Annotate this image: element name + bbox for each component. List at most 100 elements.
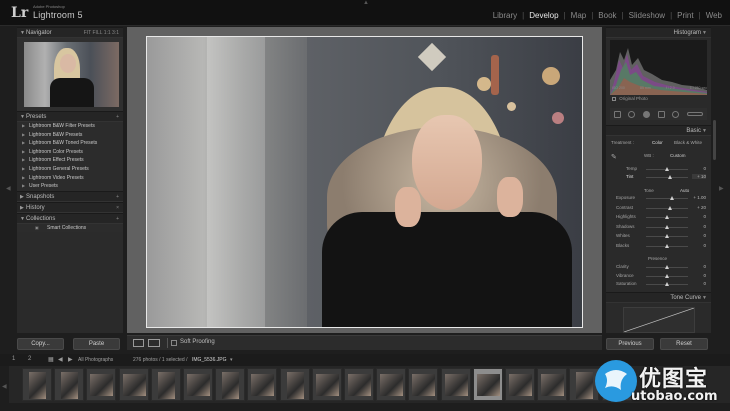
clarity-value[interactable]: 0 <box>692 264 706 269</box>
filmstrip-thumbnail[interactable] <box>54 368 85 401</box>
filmstrip-thumbnail[interactable] <box>408 368 439 401</box>
whites-slider-knob[interactable] <box>665 234 669 238</box>
module-library[interactable]: Library <box>491 11 519 20</box>
tone-curve-graph[interactable] <box>623 307 695 333</box>
image-canvas[interactable] <box>127 27 602 333</box>
module-print[interactable]: Print <box>675 11 695 20</box>
saturation-slider[interactable] <box>646 282 688 286</box>
highlights-value[interactable]: 0 <box>692 214 706 219</box>
red-eye-tool-icon[interactable] <box>643 110 651 118</box>
filmstrip-thumbnail[interactable] <box>215 368 246 401</box>
auto-tone-button[interactable]: Auto <box>680 188 689 193</box>
filmstrip-thumbnail[interactable] <box>279 368 310 401</box>
right-panel-toggle-icon[interactable]: ▶ <box>719 185 724 192</box>
add-preset-button[interactable]: + <box>116 112 119 122</box>
page-2-button[interactable]: 2 <box>28 356 31 362</box>
before-after-view-icon[interactable] <box>148 339 160 347</box>
saturation-value[interactable]: 0 <box>692 281 706 286</box>
filmstrip-thumbnail[interactable] <box>150 368 181 401</box>
grid-view-icon[interactable]: ▦ <box>48 356 54 363</box>
left-panel-toggle-icon[interactable]: ◀ <box>6 185 11 192</box>
exposure-slider-knob[interactable] <box>670 196 675 200</box>
contrast-slider-knob[interactable] <box>668 205 673 210</box>
folder-expand-icon[interactable]: ▶ <box>22 156 25 165</box>
clarity-slider[interactable] <box>646 265 688 269</box>
chevron-down-icon[interactable]: ▾ <box>230 357 233 363</box>
add-snapshot-button[interactable]: + <box>116 192 119 202</box>
tint-slider-knob[interactable] <box>668 175 672 179</box>
previous-button[interactable]: Previous <box>606 338 654 350</box>
shadows-slider[interactable] <box>646 224 688 229</box>
blacks-slider[interactable] <box>646 243 688 248</box>
top-panel-toggle-icon[interactable]: ▲ <box>363 0 369 6</box>
tone-curve-header[interactable]: Tone Curve ▼ <box>606 292 711 303</box>
highlights-slider[interactable] <box>646 215 688 219</box>
main-photo[interactable] <box>146 36 583 328</box>
contrast-value[interactable]: + 20 <box>692 205 706 210</box>
filmstrip-thumbnail[interactable] <box>440 368 471 401</box>
navigator-zoom-options[interactable]: FIT FILL 1:1 3:1 <box>84 28 119 38</box>
folder-expand-icon[interactable]: ▶ <box>22 148 25 157</box>
eyedropper-icon[interactable]: ✎ <box>611 153 617 161</box>
loupe-view-icon[interactable] <box>133 339 144 347</box>
temp-value[interactable]: 0 <box>692 166 706 171</box>
history-header[interactable]: ▶ History × <box>17 201 123 213</box>
vibrance-slider[interactable] <box>646 273 688 278</box>
reset-button[interactable]: Reset <box>660 338 708 350</box>
forward-arrow-icon[interactable]: ▶ <box>68 356 73 363</box>
folder-expand-icon[interactable]: ▶ <box>22 174 25 183</box>
temp-slider-knob[interactable] <box>665 167 669 171</box>
clarity-slider-knob[interactable] <box>665 265 669 269</box>
filmstrip-thumbnail[interactable] <box>118 368 149 401</box>
add-collection-button[interactable]: + <box>116 214 119 224</box>
filmstrip-thumbnail[interactable] <box>86 368 117 401</box>
module-slideshow[interactable]: Slideshow <box>627 11 667 20</box>
module-book[interactable]: Book <box>596 11 618 20</box>
contrast-slider[interactable] <box>646 205 688 210</box>
saturation-slider-knob[interactable] <box>665 282 669 286</box>
paste-button[interactable]: Paste <box>73 338 120 350</box>
preset-folder[interactable]: ▶ Lightroom Video Presets <box>17 174 123 183</box>
vibrance-value[interactable]: 0 <box>692 273 706 278</box>
collections-header[interactable]: ▼ Collections + <box>17 212 123 224</box>
tint-slider[interactable] <box>646 175 688 179</box>
filmstrip-thumbnail[interactable] <box>505 368 535 401</box>
preset-folder[interactable]: ▶ Lightroom General Presets <box>17 165 123 174</box>
wb-select[interactable]: Custom <box>670 153 686 158</box>
exposure-slider[interactable] <box>646 196 688 200</box>
blacks-value[interactable]: 0 <box>692 243 706 248</box>
navigator-thumbnail[interactable] <box>24 42 119 107</box>
right-panel-scrollbar[interactable] <box>713 120 716 160</box>
shadows-slider-knob[interactable] <box>665 224 669 229</box>
crop-tool-icon[interactable] <box>613 110 621 118</box>
vibrance-slider-knob[interactable] <box>665 273 669 278</box>
tint-value[interactable]: + 10 <box>692 174 706 179</box>
folder-expand-icon[interactable]: ▶ <box>22 139 25 148</box>
exposure-value[interactable]: + 1.00 <box>692 195 706 200</box>
filmstrip-thumbnail[interactable] <box>344 368 374 401</box>
preset-folder[interactable]: ▶ Lightroom Color Presets <box>17 148 123 157</box>
snapshots-header[interactable]: ▶ Snapshots + <box>17 190 123 202</box>
navigator-preview[interactable] <box>17 38 123 111</box>
blacks-slider-knob[interactable] <box>665 243 669 248</box>
collection-item[interactable]: ▣ Smart Collections <box>17 224 123 233</box>
module-develop[interactable]: Develop <box>527 11 560 20</box>
soft-proofing-checkbox[interactable] <box>171 340 177 346</box>
presets-header[interactable]: ▼ Presets + <box>17 111 123 122</box>
shadows-value[interactable]: 0 <box>692 224 706 229</box>
filmstrip-thumbnail[interactable] <box>537 368 568 401</box>
radial-filter-tool-icon[interactable] <box>672 110 680 118</box>
adjustment-brush-tool-icon[interactable] <box>687 112 704 116</box>
folder-expand-icon[interactable]: ▶ <box>22 165 25 174</box>
whites-value[interactable]: 0 <box>692 233 706 238</box>
graduated-filter-tool-icon[interactable] <box>657 110 665 118</box>
basic-header[interactable]: Basic ▼ <box>606 125 711 136</box>
filmstrip-thumbnail[interactable] <box>376 368 407 401</box>
filmstrip-thumbnail[interactable] <box>311 368 342 401</box>
filmstrip-thumbnail[interactable] <box>247 368 278 401</box>
preset-folder[interactable]: ▶ Lightroom B&W Toned Presets <box>17 139 123 148</box>
filmstrip-source[interactable]: All Photographs <box>78 357 113 363</box>
spot-removal-tool-icon[interactable] <box>628 110 636 118</box>
back-arrow-icon[interactable]: ◀ <box>58 356 63 363</box>
page-1-button[interactable]: 1 <box>12 356 15 362</box>
